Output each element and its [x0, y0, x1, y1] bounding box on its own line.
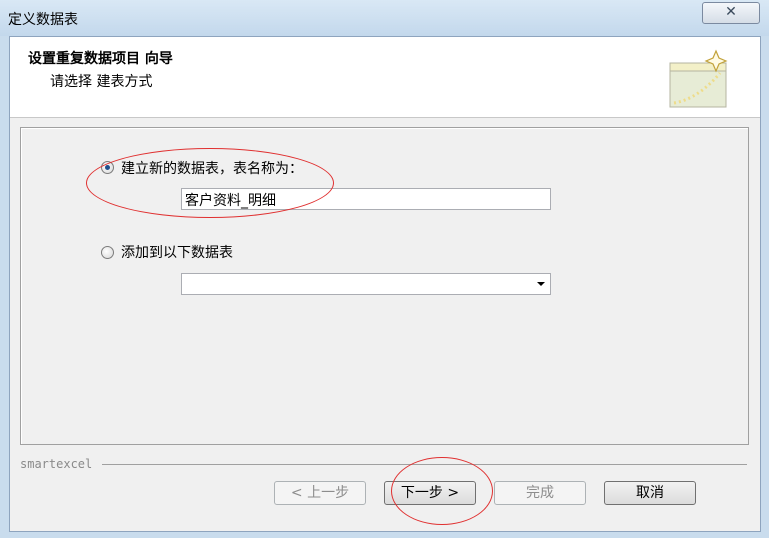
append-table-radio[interactable]	[101, 246, 114, 259]
prev-button[interactable]: < 上一步	[274, 481, 366, 505]
window-title: 定义数据表	[8, 12, 78, 28]
dialog-window: 定义数据表 ✕ 设置重复数据项目 向导 请选择 建表方式 建立新的数据表，表名称…	[0, 0, 769, 538]
dialog-client: 设置重复数据项目 向导 请选择 建表方式 建立新的数据表，表名称为： 客户资料_…	[9, 36, 761, 532]
finish-button[interactable]: 完成	[494, 481, 586, 505]
append-table-label: 添加到以下数据表	[121, 245, 233, 261]
wizard-header: 设置重复数据项目 向导 请选择 建表方式	[10, 37, 760, 118]
title-bar: 定义数据表 ✕	[0, 0, 769, 36]
cancel-button[interactable]: 取消	[604, 481, 696, 505]
existing-table-dropdown[interactable]	[181, 273, 551, 295]
close-icon: ✕	[725, 4, 737, 20]
wizard-window-sparkle-icon	[669, 49, 728, 108]
options-panel: 建立新的数据表，表名称为： 客户资料_明细 添加到以下数据表	[20, 127, 749, 445]
brand-label: smartexcel	[20, 457, 93, 471]
annotation-circle-next	[391, 457, 493, 525]
close-button[interactable]: ✕	[702, 2, 760, 24]
annotation-circle-new-table	[86, 148, 334, 218]
wizard-title: 设置重复数据项目 向导	[28, 51, 173, 67]
chevron-down-icon	[537, 282, 545, 286]
wizard-subtitle: 请选择 建表方式	[50, 74, 153, 90]
